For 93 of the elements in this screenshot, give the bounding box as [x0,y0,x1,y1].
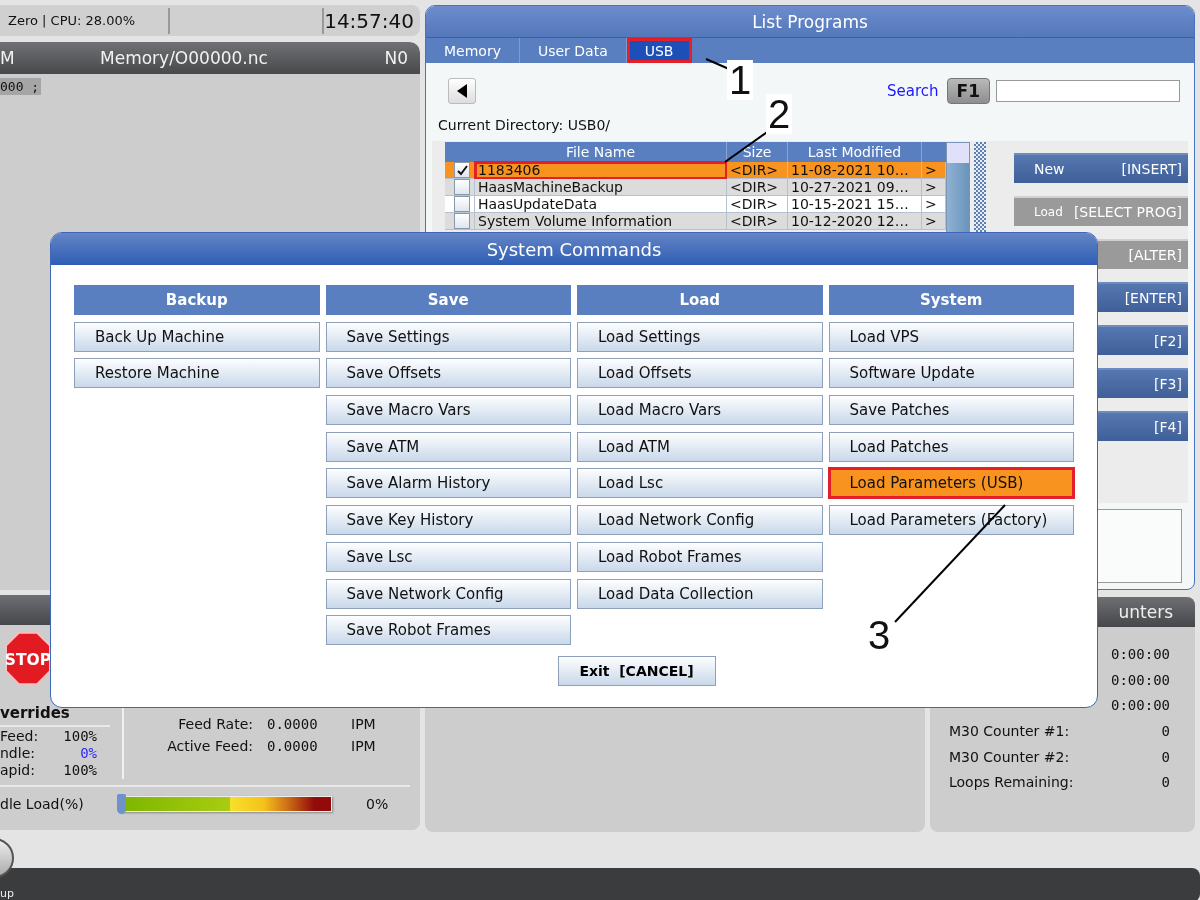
dialog-title: System Commands [51,233,1097,265]
command-button[interactable]: Load Parameters (USB) [828,468,1074,499]
feed-value: 0.0000 [267,737,319,754]
column-header: Last Modified [788,142,922,162]
command-button[interactable]: Load Macro Vars [577,395,823,426]
clock-time: 14:57:40 [324,8,415,33]
override-value: 100% [63,727,97,744]
command-button[interactable]: Load ATM [577,431,823,462]
column-header: System [828,285,1074,315]
file-name-cell[interactable]: HaasMachineBackup [475,179,727,196]
modified-cell: 10-12-2020 12… [788,213,922,230]
feed-unit: IPM [351,715,377,732]
size-cell: <DIR> [727,179,788,196]
counter-label: M30 Counter #1: [949,722,1070,739]
counter-value: 0 [1161,748,1170,765]
feed-label: Feed Rate: [177,715,254,732]
command-button[interactable]: Save Key History [325,505,571,536]
command-button[interactable]: Save Alarm History [325,468,571,499]
column-header [922,142,946,162]
command-button[interactable]: Save ATM [325,431,571,462]
checkbox[interactable] [454,179,470,195]
override-label: Feed: [0,727,39,744]
back-button[interactable] [448,78,476,104]
footer-label: up [0,887,14,900]
left-triangle-icon [457,84,467,98]
size-cell: <DIR> [727,213,788,230]
feed-unit: IPM [351,737,377,754]
file-name-cell[interactable]: 1183406 [475,162,727,179]
command-button[interactable]: Load Network Config [577,505,823,536]
key-badge: F1 [946,78,990,104]
feed-value: 0.0000 [267,715,319,732]
column-header [445,142,475,162]
check-icon [456,164,468,176]
size-cell: <DIR> [727,162,788,179]
command-button[interactable]: Save Offsets [325,358,571,389]
column-header: File Name [475,142,727,162]
checkbox[interactable] [454,213,470,229]
feed-label: Active Feed: [166,737,254,754]
file-name-cell[interactable]: HaasUpdateData [475,196,727,213]
panel-title: List Programs [426,6,1194,37]
column-header: Save [325,285,571,315]
counter-label: Loops Remaining: [949,774,1074,791]
checkbox[interactable] [454,196,470,212]
mode-label: M [0,48,16,68]
file-name-cell[interactable]: System Volume Information [475,213,727,230]
counter-value: 0 [1161,722,1170,739]
command-button[interactable]: Save Robot Frames [325,615,571,646]
counter-value: 0 [1161,774,1170,791]
command-button[interactable]: Back Up Machine [74,321,320,352]
counter-value: 0:00:00 [1111,645,1170,662]
spindle-load-label: dle Load(%) [0,796,85,812]
command-button[interactable]: Save Lsc [325,541,571,572]
counter-value: 0:00:00 [1111,697,1170,714]
command-button[interactable]: Restore Machine [74,358,320,389]
command-button[interactable]: Load Settings [577,321,823,352]
tab[interactable]: USB [626,38,693,63]
modified-cell: 10-15-2021 15… [788,196,922,213]
counter-label: M30 Counter #2: [949,748,1070,765]
command-button[interactable]: Load Patches [828,431,1074,462]
spindle-load-reading: 0% [366,796,389,812]
command-button[interactable]: Save Macro Vars [325,395,571,426]
modified-cell: 11-08-2021 10… [788,162,922,179]
command-button[interactable]: Load Lsc [577,468,823,499]
modified-cell: 10-27-2021 09… [788,179,922,196]
override-value: 0% [80,744,97,761]
exit-button[interactable]: Exit [CANCEL] [557,656,716,686]
command-button[interactable]: Software Update [828,358,1074,389]
action-button[interactable]: New [INSERT] [1014,153,1188,183]
status-info: Zero | CPU: 28.00% [7,13,137,28]
counter-value: 0:00:00 [1111,671,1170,688]
command-button[interactable]: Save Patches [828,395,1074,426]
search-link[interactable]: Search [887,82,939,100]
leader-line [705,58,730,70]
override-value: 100% [63,762,97,779]
checkbox[interactable] [454,162,470,178]
current-directory: Current Directory: USB0/ [438,117,611,135]
command-button[interactable]: Save Network Config [325,578,571,609]
column-header: Load [577,285,823,315]
callout-number: 2 [766,94,793,134]
command-button[interactable]: Load VPS [828,321,1074,352]
override-label: ndle: [0,744,35,761]
command-button[interactable]: Save Settings [325,321,571,352]
size-cell: <DIR> [727,196,788,213]
command-button[interactable]: Load Robot Frames [577,541,823,572]
command-button[interactable]: Load Data Collection [577,578,823,609]
line-number: N0 [384,48,409,68]
command-button[interactable]: Load Offsets [577,358,823,389]
program-path: Memory/O00000.nc [100,48,269,68]
column-header: Size [727,142,788,162]
search-field[interactable] [996,80,1180,102]
column-header: Backup [74,285,320,315]
override-label: apid: [0,762,35,779]
callout-number: 1 [727,60,754,100]
